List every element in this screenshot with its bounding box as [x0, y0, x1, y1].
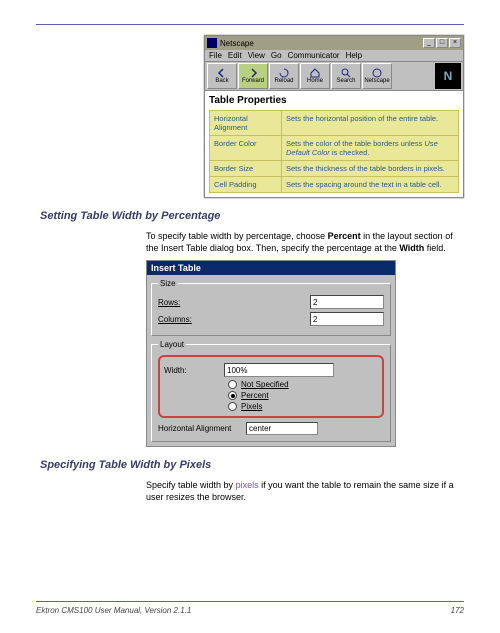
radio-pixels[interactable]: Pixels	[228, 402, 378, 411]
menu-file[interactable]: File	[209, 51, 222, 60]
back-icon	[216, 68, 228, 78]
netscape-window: Netscape _ □ × File Edit View Go Communi…	[204, 35, 464, 198]
columns-label: Columns:	[158, 315, 208, 324]
menu-view[interactable]: View	[248, 51, 265, 60]
forward-icon	[247, 68, 259, 78]
table-properties-heading: Table Properties	[209, 95, 459, 106]
layout-legend: Layout	[158, 340, 186, 349]
search-button[interactable]: Search	[331, 63, 361, 89]
prop-label: Horizontal Alignment	[210, 111, 282, 136]
radio-icon	[228, 402, 237, 411]
menu-help[interactable]: Help	[346, 51, 362, 60]
table-row: Border Size Sets the thickness of the ta…	[210, 161, 459, 177]
insert-table-dialog: Insert Table Size Rows: 2 Columns: 2 Lay…	[146, 260, 396, 447]
page-footer: Ektron CMS100 User Manual, Version 2.1.1…	[36, 601, 464, 615]
dialog-title: Insert Table	[147, 261, 395, 275]
reload-icon	[278, 68, 290, 78]
menubar: File Edit View Go Communicator Help	[205, 50, 463, 62]
paragraph-pixels: Specify table width by pixels if you wan…	[146, 479, 456, 503]
pixels-link[interactable]: pixels	[236, 480, 259, 490]
width-label: Width:	[164, 366, 214, 375]
netscape-icon	[371, 68, 383, 78]
search-icon	[340, 68, 352, 78]
table-row: Border Color Sets the color of the table…	[210, 136, 459, 161]
width-highlight: Width: 100% Not Specified Percent Pixels	[158, 355, 384, 418]
prop-desc: Sets the thickness of the table borders …	[282, 161, 459, 177]
rows-label: Rows:	[158, 298, 208, 307]
browser-content: Table Properties Horizontal Alignment Se…	[205, 91, 463, 197]
radio-percent[interactable]: Percent	[228, 391, 378, 400]
rows-input[interactable]: 2	[310, 295, 384, 309]
halign-label: Horizontal Alignment	[158, 424, 246, 433]
home-icon	[309, 68, 321, 78]
netscape-button[interactable]: Netscape	[362, 63, 392, 89]
page-number: 172	[451, 606, 464, 615]
minimize-button[interactable]: _	[423, 38, 435, 48]
width-input[interactable]: 100%	[224, 363, 334, 377]
menu-communicator[interactable]: Communicator	[288, 51, 340, 60]
home-button[interactable]: Home	[300, 63, 330, 89]
radio-not-specified[interactable]: Not Specified	[228, 380, 378, 389]
section-heading-percentage: Setting Table Width by Percentage	[40, 210, 464, 222]
reload-button[interactable]: Reload	[269, 63, 299, 89]
prop-desc: Sets the spacing around the text in a ta…	[282, 177, 459, 193]
prop-desc: Sets the color of the table borders unle…	[282, 136, 459, 161]
close-button[interactable]: ×	[449, 38, 461, 48]
size-legend: Size	[158, 279, 178, 288]
titlebar: Netscape _ □ ×	[205, 36, 463, 50]
back-button[interactable]: Back	[207, 63, 237, 89]
menu-edit[interactable]: Edit	[228, 51, 242, 60]
netscape-logo: N	[435, 63, 461, 89]
columns-input[interactable]: 2	[310, 312, 384, 326]
paragraph-percentage: To specify table width by percentage, ch…	[146, 230, 456, 254]
footer-title: Ektron CMS100 User Manual, Version 2.1.1	[36, 606, 191, 615]
prop-label: Cell Padding	[210, 177, 282, 193]
properties-table: Horizontal Alignment Sets the horizontal…	[209, 110, 459, 193]
prop-label: Border Color	[210, 136, 282, 161]
netscape-app-icon	[207, 38, 217, 48]
forward-button[interactable]: Forward	[238, 63, 268, 89]
prop-desc: Sets the horizontal position of the enti…	[282, 111, 459, 136]
maximize-button[interactable]: □	[436, 38, 448, 48]
radio-icon	[228, 391, 237, 400]
layout-fieldset: Layout Width: 100% Not Specified Percent…	[151, 340, 391, 442]
toolbar: Back Forward Reload Home Search Netscape…	[205, 62, 463, 91]
size-fieldset: Size Rows: 2 Columns: 2	[151, 279, 391, 336]
prop-label: Border Size	[210, 161, 282, 177]
radio-icon	[228, 380, 237, 389]
menu-go[interactable]: Go	[271, 51, 282, 60]
halign-combo[interactable]: center	[246, 422, 318, 435]
table-row: Horizontal Alignment Sets the horizontal…	[210, 111, 459, 136]
table-row: Cell Padding Sets the spacing around the…	[210, 177, 459, 193]
top-rule	[36, 24, 464, 25]
window-title: Netscape	[220, 39, 254, 48]
section-heading-pixels: Specifying Table Width by Pixels	[40, 459, 464, 471]
